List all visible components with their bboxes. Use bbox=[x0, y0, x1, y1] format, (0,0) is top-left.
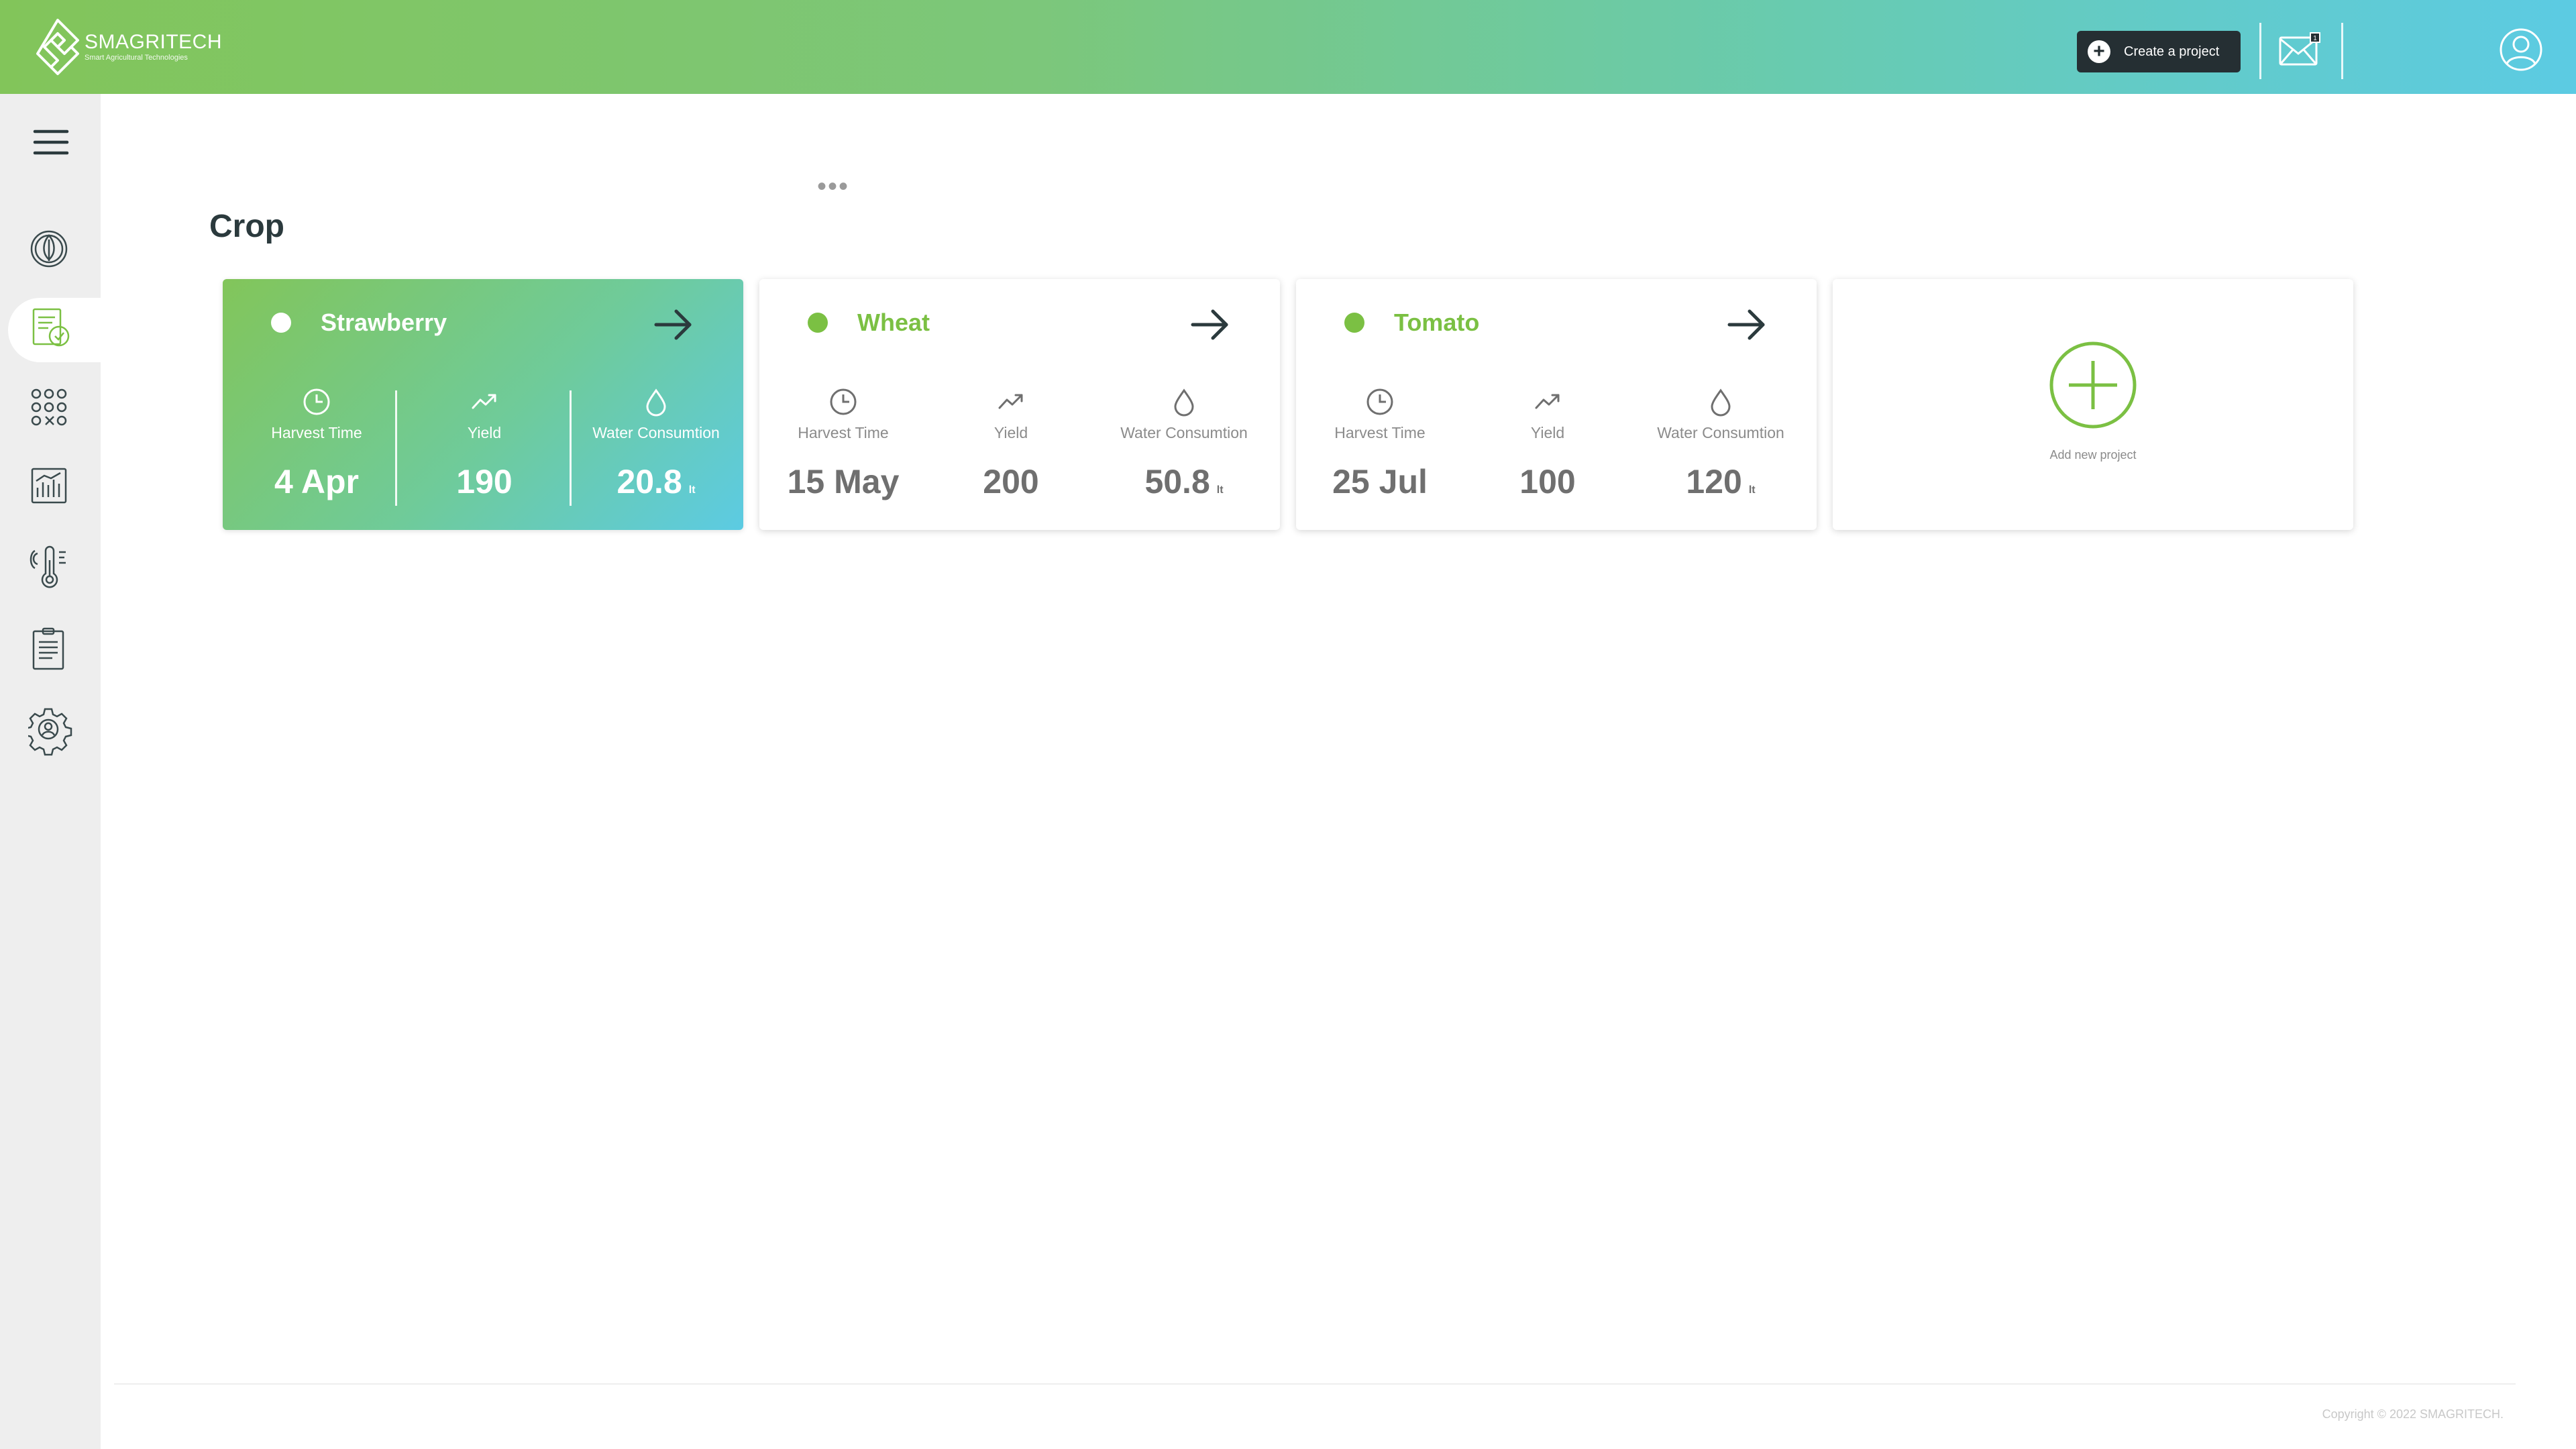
mail-badge: 1 bbox=[2313, 35, 2317, 42]
stat-value: 15 May bbox=[787, 463, 900, 500]
water-drop-icon bbox=[1711, 388, 1731, 417]
stat-value: 190 bbox=[456, 463, 513, 500]
water-value: 50.8 bbox=[1144, 463, 1210, 500]
create-project-label: Create a project bbox=[2124, 44, 2220, 59]
mail-icon[interactable]: 1 bbox=[2278, 31, 2322, 68]
crop-name: Wheat bbox=[857, 309, 930, 336]
page-title: Crop bbox=[209, 209, 284, 244]
status-dot bbox=[1344, 313, 1364, 333]
arrow-right-icon[interactable] bbox=[1189, 307, 1232, 342]
clock-icon bbox=[830, 388, 857, 415]
analytics-chart-icon bbox=[31, 468, 67, 504]
header-divider bbox=[2259, 23, 2261, 79]
add-new-project-label: Add new project bbox=[2049, 448, 2137, 462]
water-value: 20.8 bbox=[616, 463, 682, 500]
sidebar-item-analytics[interactable] bbox=[8, 458, 101, 522]
water-drop-icon bbox=[646, 388, 666, 417]
user-profile-icon[interactable] bbox=[2498, 27, 2544, 72]
harvest-time-stat: Harvest Time 25 Jul bbox=[1296, 386, 1464, 501]
crop-card-wheat[interactable]: Wheat Harvest Time 15 May Yield 200 Wate… bbox=[759, 279, 1280, 530]
stat-label: Harvest Time bbox=[271, 424, 362, 441]
sidebar-item-settings[interactable] bbox=[8, 700, 101, 765]
water-drop-icon bbox=[1174, 388, 1194, 417]
stat-label: Yield bbox=[1530, 424, 1565, 441]
stat-label: Water Consumtion bbox=[592, 424, 720, 441]
crop-card-strawberry[interactable]: Strawberry Harvest Time 4 Apr Yield 190 … bbox=[223, 279, 743, 530]
sidebar-item-weather[interactable] bbox=[8, 538, 101, 602]
clipboard-icon bbox=[32, 627, 64, 670]
stat-value: 50.8 lt bbox=[1100, 462, 1268, 501]
stat-label: Harvest Time bbox=[1334, 424, 1426, 441]
brand-logo[interactable]: SMAGRITECH Smart Agricultural Technologi… bbox=[34, 16, 222, 78]
clock-icon bbox=[303, 388, 330, 415]
stat-value: 200 bbox=[983, 463, 1039, 500]
brand-name: SMAGRITECH bbox=[85, 31, 223, 53]
stat-divider bbox=[570, 390, 572, 506]
create-project-button[interactable]: + Create a project bbox=[2077, 31, 2241, 72]
stat-label: Water Consumtion bbox=[1120, 424, 1248, 441]
crop-card-tomato[interactable]: Tomato Harvest Time 25 Jul Yield 100 Wat… bbox=[1296, 279, 1817, 530]
copyright-text: Copyright © 2022 SMAGRITECH. bbox=[2322, 1407, 2504, 1421]
crop-name: Strawberry bbox=[321, 309, 447, 336]
stat-value: 4 Apr bbox=[274, 463, 359, 500]
trending-up-icon bbox=[998, 394, 1023, 409]
leaf-globe-icon bbox=[30, 230, 68, 268]
water-unit: lt bbox=[688, 484, 696, 496]
water-consumption-stat: Water Consumtion 120 lt bbox=[1637, 386, 1805, 501]
water-value: 120 bbox=[1686, 463, 1742, 500]
stat-value: 120 lt bbox=[1637, 462, 1805, 501]
add-circle-icon[interactable] bbox=[2049, 341, 2137, 429]
overflow-menu-icon[interactable]: ••• bbox=[817, 173, 849, 200]
water-consumption-stat: Water Consumtion 50.8 lt bbox=[1100, 386, 1268, 501]
plus-icon: + bbox=[2088, 40, 2110, 63]
apps-grid-icon bbox=[31, 388, 67, 426]
trending-up-icon bbox=[472, 394, 496, 409]
harvest-time-stat: Harvest Time 15 May bbox=[759, 386, 927, 501]
water-unit: lt bbox=[1748, 484, 1756, 496]
arrow-right-icon[interactable] bbox=[1725, 307, 1768, 342]
sidebar-item-reports[interactable] bbox=[8, 620, 101, 684]
status-dot bbox=[808, 313, 828, 333]
yield-stat: Yield 100 bbox=[1464, 386, 1631, 501]
sidebar-item-apps[interactable] bbox=[8, 378, 101, 443]
stat-value: 25 Jul bbox=[1332, 463, 1428, 500]
crop-report-icon bbox=[32, 308, 70, 347]
logo-icon bbox=[36, 19, 79, 75]
harvest-time-stat: Harvest Time 4 Apr bbox=[233, 386, 400, 501]
sidebar bbox=[0, 94, 101, 1449]
trending-up-icon bbox=[1535, 394, 1560, 409]
status-dot bbox=[271, 313, 291, 333]
settings-gear-icon bbox=[28, 708, 72, 756]
add-new-project-card[interactable]: Add new project bbox=[1833, 279, 2353, 530]
stat-divider bbox=[395, 390, 397, 506]
water-consumption-stat: Water Consumtion 20.8 lt bbox=[572, 386, 740, 501]
crop-name: Tomato bbox=[1394, 309, 1480, 336]
yield-stat: Yield 200 bbox=[927, 386, 1095, 501]
stat-label: Harvest Time bbox=[798, 424, 889, 441]
header-divider bbox=[2341, 23, 2343, 79]
arrow-right-icon[interactable] bbox=[652, 307, 695, 342]
stat-value: 100 bbox=[1519, 463, 1576, 500]
stat-value: 20.8 lt bbox=[572, 462, 740, 501]
stat-label: Yield bbox=[994, 424, 1028, 441]
stat-label: Water Consumtion bbox=[1657, 424, 1784, 441]
footer-divider bbox=[114, 1383, 2516, 1385]
clock-icon bbox=[1366, 388, 1393, 415]
water-unit: lt bbox=[1216, 484, 1224, 496]
hamburger-menu-icon[interactable] bbox=[32, 127, 70, 157]
stat-label: Yield bbox=[467, 424, 502, 441]
weather-thermometer-icon bbox=[30, 545, 66, 588]
sidebar-item-farm[interactable] bbox=[8, 217, 101, 282]
brand-tagline: Smart Agricultural Technologies bbox=[85, 54, 188, 62]
sidebar-item-crop[interactable] bbox=[8, 298, 101, 362]
top-header: SMAGRITECH Smart Agricultural Technologi… bbox=[0, 0, 2576, 94]
yield-stat: Yield 190 bbox=[400, 386, 568, 501]
